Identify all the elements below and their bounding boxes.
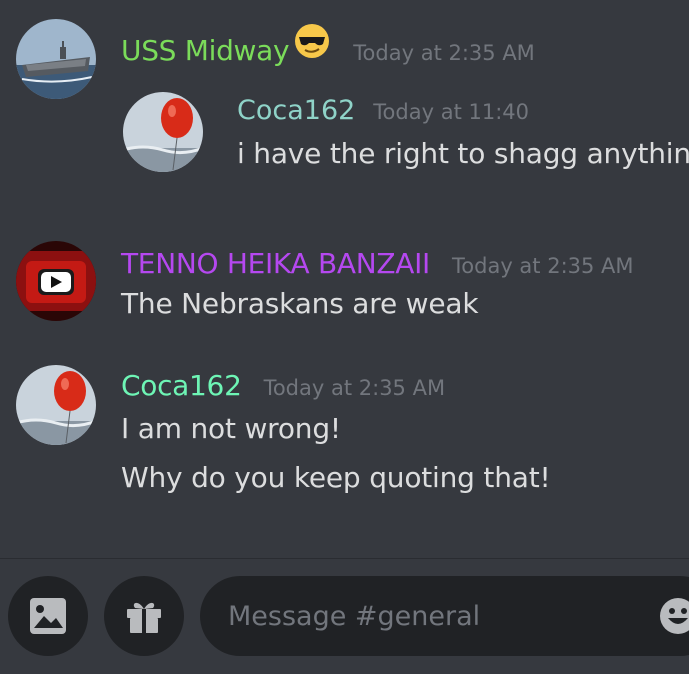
- youtube-play-avatar: [16, 241, 96, 321]
- message-text: Why do you keep quoting that!: [121, 461, 551, 494]
- sunglasses-emoji: [293, 22, 331, 60]
- avatar[interactable]: [16, 19, 96, 99]
- author-name[interactable]: TENNO HEIKA BANZAII: [121, 247, 430, 280]
- message-group: TENNO HEIKA BANZAII Today at 2:35 AM The…: [0, 220, 689, 330]
- red-balloon-avatar: [16, 365, 96, 445]
- timestamp: Today at 2:35 AM: [263, 376, 446, 400]
- avatar[interactable]: [16, 241, 96, 321]
- message-text: I am not wrong!: [121, 412, 341, 445]
- avatar[interactable]: [16, 365, 96, 445]
- avatar[interactable]: [123, 92, 203, 172]
- upload-image-button[interactable]: [8, 576, 88, 656]
- gift-button[interactable]: [104, 576, 184, 656]
- image-icon: [30, 598, 66, 634]
- message-input-box[interactable]: [200, 576, 689, 656]
- message-input[interactable]: [228, 576, 648, 656]
- red-balloon-avatar: [123, 92, 203, 172]
- message-text: The Nebraskans are weak: [121, 287, 479, 320]
- author-name[interactable]: Coca162: [121, 369, 242, 402]
- message-group: Coca162 Today at 2:35 AM I am not wrong!…: [0, 345, 689, 515]
- quoted-author-name[interactable]: Coca162: [237, 95, 355, 126]
- emoji-icon[interactable]: [658, 596, 689, 636]
- aircraft-carrier-avatar: [16, 19, 96, 99]
- quoted-timestamp: Today at 11:40: [373, 100, 530, 124]
- chat-messages: USS Midway Today at 2:35 AM Coca162 Toda…: [0, 0, 689, 558]
- timestamp: Today at 2:35 AM: [452, 254, 634, 278]
- timestamp: Today at 2:35 AM: [353, 41, 535, 65]
- gift-icon: [127, 602, 161, 633]
- author-name[interactable]: USS Midway: [121, 34, 290, 67]
- message-group: USS Midway Today at 2:35 AM Coca162 Toda…: [0, 0, 689, 200]
- message-composer: [0, 559, 689, 674]
- quoted-message-text: i have the right to shagg anything: [237, 137, 689, 170]
